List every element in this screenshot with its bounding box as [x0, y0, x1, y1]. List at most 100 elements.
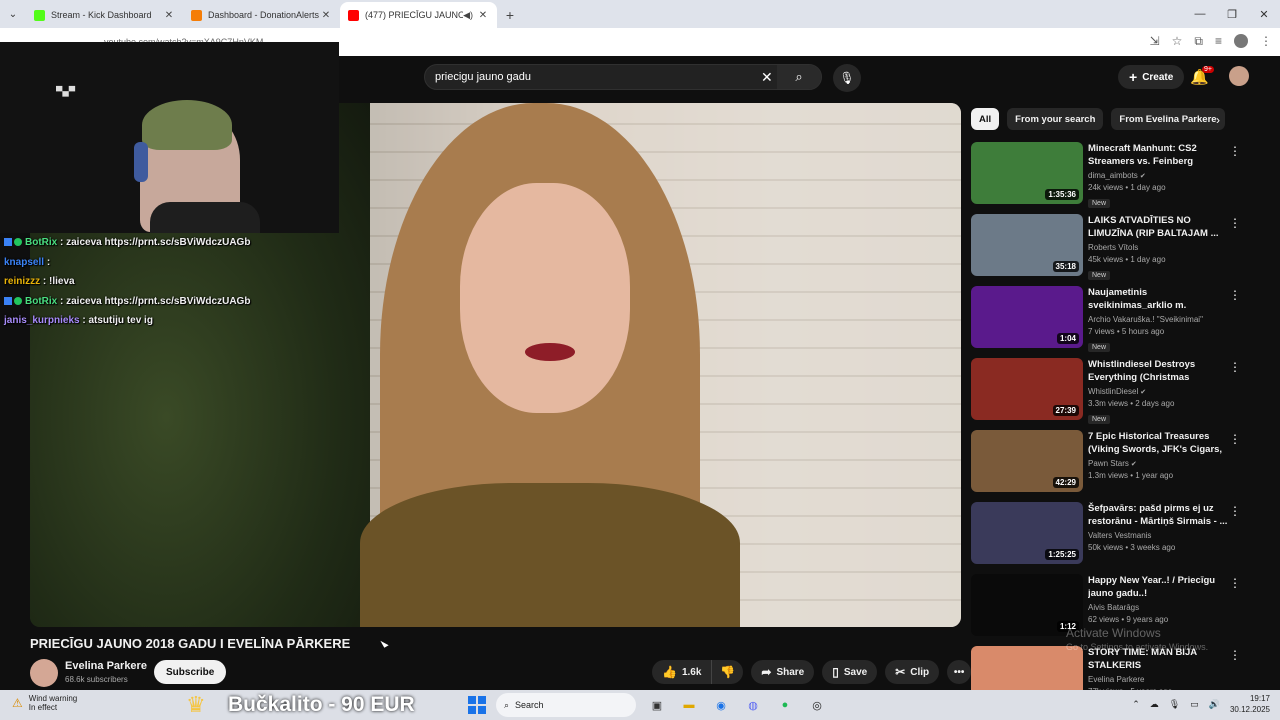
browser-tab-active[interactable]: (477) PRIECĪGU JAUNO 201 ◀) ✕	[340, 2, 497, 28]
bookmark-star-icon[interactable]: ☆	[1172, 34, 1183, 49]
discord-icon[interactable]: ◍	[742, 694, 764, 716]
related-video[interactable]: 42:29 7 Epic Historical Treasures (Vikin…	[971, 430, 1243, 502]
search-box[interactable]: priecigu jauno gadu ✕ ⌕	[424, 64, 822, 90]
video-menu-icon[interactable]: ⋮	[1229, 504, 1241, 518]
related-title[interactable]: Šefpavārs: pašd pirms ej uz restorānu - …	[1088, 502, 1228, 528]
related-title[interactable]: 7 Epic Historical Treasures (Viking Swor…	[1088, 430, 1228, 456]
chat-username: knapsell	[4, 256, 45, 268]
donationalerts-favicon-icon	[191, 9, 202, 21]
video-menu-icon[interactable]: ⋮	[1229, 576, 1241, 590]
more-horizontal-icon: •••	[953, 666, 965, 678]
related-channel[interactable]: dima_aimbots ✔	[1088, 171, 1228, 180]
related-video[interactable]: 1:35:36 Minecraft Manhunt: CS2 Streamers…	[971, 142, 1243, 214]
video-menu-icon[interactable]: ⋮	[1229, 216, 1241, 230]
chrome-icon[interactable]: ◉	[710, 694, 732, 716]
video-menu-icon[interactable]: ⋮	[1229, 144, 1241, 158]
close-window-icon[interactable]: ✕	[1248, 0, 1280, 28]
create-button[interactable]: + Create	[1118, 65, 1185, 89]
video-thumbnail[interactable]: 1:25:25	[971, 502, 1083, 564]
related-video[interactable]: 1:04 Naujametinis sveikinimas_arklio m. …	[971, 286, 1243, 358]
volume-icon[interactable]: 🔊	[1209, 699, 1220, 710]
media-controls-icon[interactable]: ≡	[1215, 34, 1222, 49]
chip-all[interactable]: All	[971, 108, 1000, 130]
related-video[interactable]: 35:18 LAIKS ATVADĪTIES NO LIMUZĪNA (RIP …	[971, 214, 1243, 286]
related-title[interactable]: Minecraft Manhunt: CS2 Streamers vs. Fei…	[1088, 142, 1228, 168]
mouse-cursor-icon	[380, 638, 389, 648]
restore-icon[interactable]: ❐	[1216, 0, 1248, 28]
subscriber-count: 68.6k subscribers	[65, 675, 128, 684]
related-video[interactable]: 27:39 Whistlindiesel Destroys Everything…	[971, 358, 1243, 430]
browser-menu-icon[interactable]: ⋮	[1260, 34, 1272, 49]
install-app-icon[interactable]: ⇲	[1150, 34, 1160, 49]
spotify-icon[interactable]: ●	[774, 694, 796, 716]
related-channel[interactable]: Roberts Vītols	[1088, 243, 1228, 252]
related-channel[interactable]: Aivis Batarāgs	[1088, 603, 1228, 612]
more-actions-button[interactable]: •••	[947, 660, 972, 684]
weather-widget[interactable]: ⚠ Wind warning In effect	[12, 694, 77, 712]
video-menu-icon[interactable]: ⋮	[1229, 648, 1241, 662]
related-channel[interactable]: Archio Vakaruška.! "Sveikinimai"	[1088, 315, 1228, 324]
tray-chevron-icon[interactable]: ⌃	[1132, 699, 1140, 710]
like-button[interactable]: 👍 1.6k	[652, 660, 713, 684]
file-explorer-icon[interactable]: ▬	[678, 694, 700, 716]
clock[interactable]: 19:17 30.12.2025	[1230, 693, 1270, 715]
close-tab-icon[interactable]: ✕	[477, 10, 489, 21]
related-video[interactable]: 1:25:25 Šefpavārs: pašd pirms ej uz rest…	[971, 502, 1243, 574]
close-tab-icon[interactable]: ✕	[320, 10, 332, 21]
related-channel[interactable]: Valters Vestmanis	[1088, 531, 1228, 540]
related-channel[interactable]: Pawn Stars ✔	[1088, 459, 1228, 468]
microphone-tray-icon[interactable]: 🎙	[1169, 699, 1180, 710]
video-thumbnail[interactable]: 1:35:36	[971, 142, 1083, 204]
chip-from-channel[interactable]: From Evelina Parkere	[1111, 108, 1225, 130]
browser-tab[interactable]: Dashboard - DonationAlerts ✕	[183, 2, 340, 28]
chat-username: BotRix	[25, 295, 58, 307]
clip-button[interactable]: ✂ Clip	[885, 660, 940, 684]
search-input[interactable]: priecigu jauno gadu	[435, 71, 531, 83]
close-tab-icon[interactable]: ✕	[163, 10, 175, 21]
extensions-icon[interactable]: ⧉	[1194, 34, 1203, 49]
task-view-icon[interactable]: ▣	[646, 694, 668, 716]
chip-from-your-search[interactable]: From your search	[1007, 108, 1104, 130]
speaker-icon[interactable]: ◀)	[463, 10, 473, 21]
voice-search-button[interactable]: 🎙	[833, 64, 861, 92]
windows-start-icon[interactable]	[468, 696, 486, 714]
subscribe-button[interactable]: Subscribe	[154, 660, 227, 684]
video-menu-icon[interactable]: ⋮	[1229, 432, 1241, 446]
video-menu-icon[interactable]: ⋮	[1229, 360, 1241, 374]
search-button[interactable]: ⌕	[777, 65, 821, 89]
activate-windows-watermark: Activate Windows Go to Settings to activ…	[1066, 626, 1208, 652]
related-channel[interactable]: WhistlinDiesel ✔	[1088, 387, 1228, 396]
obs-icon[interactable]: ◎	[806, 694, 828, 716]
tab-search-chevron-icon[interactable]: ⌄	[0, 0, 26, 28]
notification-count-badge: 9+	[1202, 66, 1214, 73]
browser-tab[interactable]: Stream - Kick Dashboard ✕	[26, 2, 183, 28]
taskbar-search[interactable]: ⌕ Search	[496, 693, 636, 717]
cloud-icon[interactable]: ☁	[1150, 699, 1159, 710]
related-title[interactable]: Naujametinis sveikinimas_arklio m.	[1088, 286, 1228, 312]
dislike-button[interactable]: 👎	[712, 660, 744, 684]
channel-label: Pawn Stars	[1088, 459, 1129, 468]
related-channel[interactable]: Evelina Parkere	[1088, 675, 1228, 684]
channel-name[interactable]: Evelina Parkere	[65, 660, 147, 672]
chevron-right-icon[interactable]: ›	[1216, 113, 1220, 127]
share-button[interactable]: ➦ Share	[751, 660, 815, 684]
clear-search-icon[interactable]: ✕	[761, 69, 773, 86]
account-avatar[interactable]	[1229, 66, 1249, 86]
related-title[interactable]: Whistlindiesel Destroys Everything (Chri…	[1088, 358, 1228, 384]
minimize-icon[interactable]: —	[1184, 0, 1216, 28]
related-title[interactable]: Happy New Year..! / Priecīgu jauno gadu.…	[1088, 574, 1228, 600]
tab-title: Dashboard - DonationAlerts	[208, 10, 320, 20]
related-title[interactable]: LAIKS ATVADĪTIES NO LIMUZĪNA (RIP BALTAJ…	[1088, 214, 1228, 240]
bot-badge-icon	[4, 238, 12, 247]
profile-avatar[interactable]	[1234, 34, 1248, 48]
channel-avatar[interactable]	[30, 659, 58, 687]
new-tab-button[interactable]: +	[497, 2, 523, 28]
video-thumbnail[interactable]: 1:04	[971, 286, 1083, 348]
video-menu-icon[interactable]: ⋮	[1229, 288, 1241, 302]
video-thumbnail[interactable]: 27:39	[971, 358, 1083, 420]
video-thumbnail[interactable]: 35:18	[971, 214, 1083, 276]
streamer-headset	[134, 142, 148, 182]
network-icon[interactable]: ▭	[1190, 699, 1199, 710]
save-button[interactable]: ▯ Save	[822, 660, 878, 684]
video-thumbnail[interactable]: 42:29	[971, 430, 1083, 492]
